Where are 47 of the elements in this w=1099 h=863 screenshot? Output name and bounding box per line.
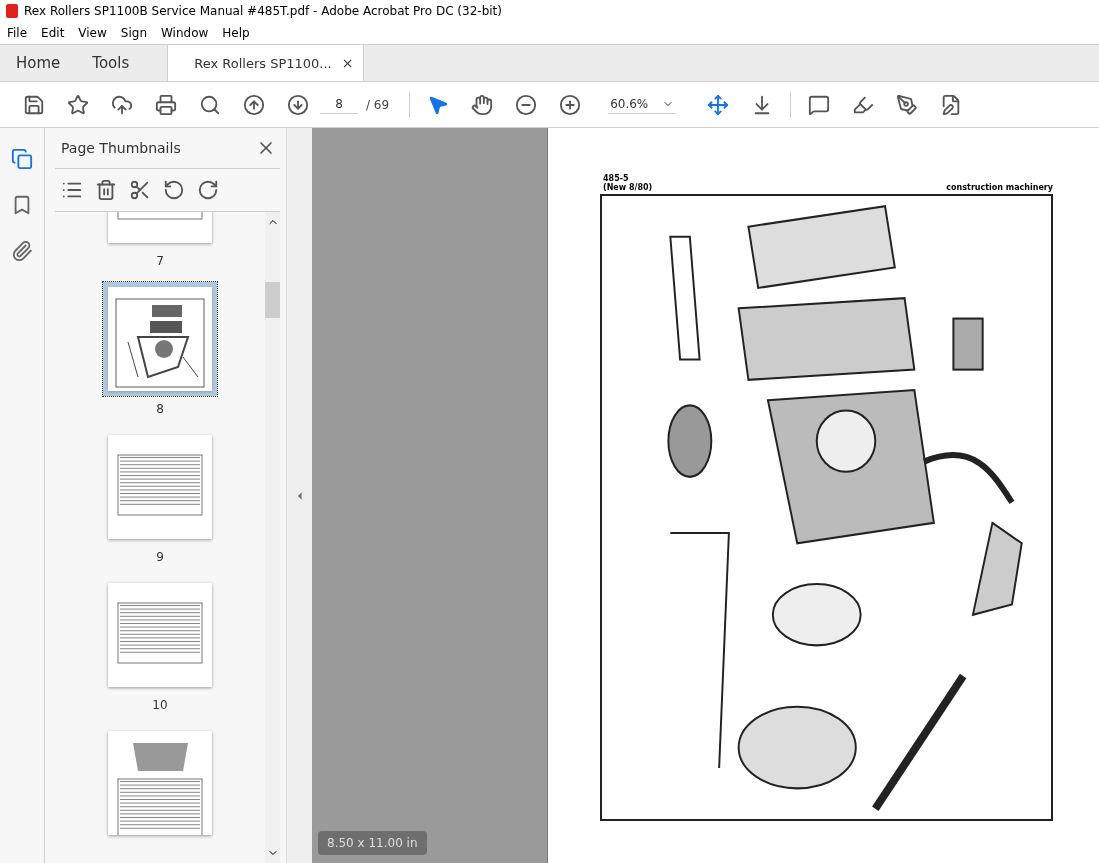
page-number-field[interactable]: 8 xyxy=(320,95,358,114)
page-number: 10 xyxy=(152,698,168,712)
fit-page-icon[interactable] xyxy=(707,93,730,116)
pen-icon[interactable] xyxy=(896,93,919,116)
window-title: Rex Rollers SP1100B Service Manual #485T.pdf - Adobe Acrobat Pro DC (32-bit) xyxy=(24,4,502,18)
printer-icon[interactable] xyxy=(155,93,177,116)
scroll-thumb[interactable] xyxy=(265,282,280,318)
page-number: 9 xyxy=(156,550,164,564)
hand-icon[interactable] xyxy=(471,93,494,116)
page-total: / 69 xyxy=(366,97,390,112)
search-icon[interactable] xyxy=(199,93,221,116)
rotate-left-icon[interactable] xyxy=(163,179,185,201)
menu-item[interactable]: File xyxy=(0,26,35,40)
scissors-icon[interactable] xyxy=(129,179,151,201)
document-tab[interactable]: Rex Rollers SP1100... × xyxy=(167,45,365,81)
next-page-icon[interactable] xyxy=(287,93,309,116)
zoom-value: 60.6% xyxy=(610,97,649,111)
revision-note: (New 8/80) xyxy=(603,183,653,192)
scrollbar[interactable] xyxy=(265,212,280,863)
menu-item[interactable]: Help xyxy=(215,26,257,40)
document-code: 485-5 xyxy=(603,174,630,183)
page-size-label: 8.50 x 11.00 in xyxy=(318,831,427,855)
comment-icon[interactable] xyxy=(808,93,831,116)
page-number: 8 xyxy=(156,402,164,416)
page-number: 7 xyxy=(156,254,164,268)
nav-tab[interactable]: Tools xyxy=(76,45,146,81)
star-icon[interactable] xyxy=(67,93,89,116)
zoom-in-icon[interactable] xyxy=(559,93,582,116)
paperclip-icon[interactable] xyxy=(11,240,33,262)
publisher-text: construction machinery xyxy=(946,183,1053,192)
trash-icon[interactable] xyxy=(95,179,117,201)
menu-item[interactable]: Sign xyxy=(113,26,154,40)
rotate-right-icon[interactable] xyxy=(197,179,219,201)
pages-icon[interactable] xyxy=(11,148,33,170)
menu-item[interactable]: Window xyxy=(154,26,216,40)
cloud-upload-icon[interactable] xyxy=(111,93,133,116)
nav-tab[interactable]: Home xyxy=(0,45,77,81)
close-tab-button[interactable]: × xyxy=(341,55,354,71)
tab-label: Rex Rollers SP1100... xyxy=(194,55,332,71)
zoom-dropdown[interactable]: 60.6% xyxy=(608,95,677,114)
zoom-out-icon[interactable] xyxy=(515,93,538,116)
menu-item[interactable]: View xyxy=(71,26,114,40)
previous-page-icon[interactable] xyxy=(243,93,265,116)
app-logo-icon xyxy=(6,4,18,18)
save-icon[interactable] xyxy=(23,93,45,116)
menu-item[interactable]: Edit xyxy=(34,26,72,40)
panel-title: Page Thumbnails xyxy=(61,140,181,156)
